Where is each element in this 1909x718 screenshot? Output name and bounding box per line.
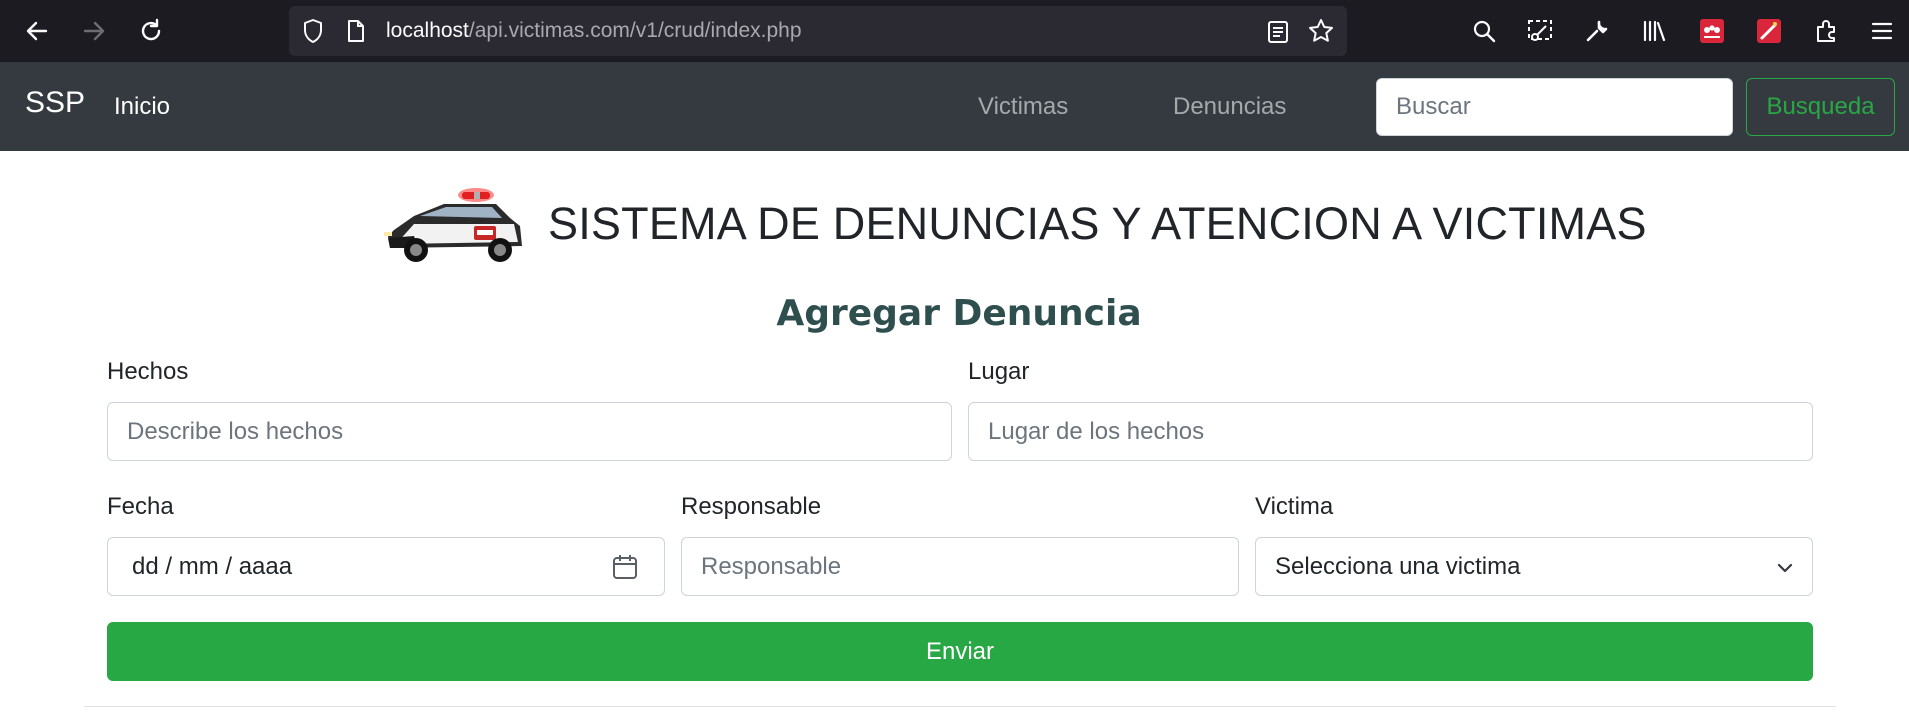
shield-icon[interactable] xyxy=(299,17,327,45)
search-icon[interactable] xyxy=(1470,17,1498,45)
nav-link-inicio[interactable]: Inicio xyxy=(114,93,170,121)
address-bar[interactable]: localhost/api.victimas.com/v1/crud/index… xyxy=(289,6,1347,56)
responsable-field[interactable] xyxy=(681,537,1239,596)
library-icon[interactable] xyxy=(1640,17,1668,45)
reload-icon[interactable] xyxy=(133,13,169,49)
divider xyxy=(84,706,1836,707)
fecha-date-field[interactable]: dd / mm / aaaa xyxy=(107,537,665,596)
form-title: Agregar Denuncia xyxy=(776,293,1142,334)
lugar-field[interactable] xyxy=(968,402,1813,461)
chevron-down-icon xyxy=(1777,553,1793,581)
extension-red-icon[interactable] xyxy=(1698,17,1726,45)
victima-label: Victima xyxy=(1255,493,1334,520)
menu-hamburger-icon[interactable] xyxy=(1868,17,1896,45)
browser-toolbar: localhost/api.victimas.com/v1/crud/index… xyxy=(0,0,1909,62)
calendar-icon[interactable] xyxy=(612,554,638,587)
url-path: /api.victimas.com/v1/crud/index.php xyxy=(468,19,802,42)
page-title: SISTEMA DE DENUNCIAS Y ATENCION A VICTIM… xyxy=(548,198,1647,249)
app-navbar: SSP Inicio Victimas Denuncias Busqueda xyxy=(0,62,1909,151)
search-input[interactable] xyxy=(1376,78,1733,136)
fecha-label: Fecha xyxy=(107,493,174,520)
search-button[interactable]: Busqueda xyxy=(1746,78,1895,136)
nav-link-denuncias[interactable]: Denuncias xyxy=(1173,93,1286,121)
back-arrow-icon[interactable] xyxy=(19,13,55,49)
screenshot-tool-icon[interactable] xyxy=(1525,17,1555,45)
wrench-icon[interactable] xyxy=(1583,17,1611,45)
nav-link-victimas[interactable]: Victimas xyxy=(978,93,1068,121)
police-car-logo xyxy=(384,186,526,270)
forward-arrow-icon[interactable] xyxy=(76,13,112,49)
hechos-field[interactable] xyxy=(107,402,952,461)
fecha-value: dd / mm / aaaa xyxy=(132,552,293,580)
lugar-label: Lugar xyxy=(968,358,1030,385)
page-icon xyxy=(342,17,370,45)
brand-link[interactable]: SSP xyxy=(25,86,85,120)
hechos-label: Hechos xyxy=(107,358,189,385)
page-header: SISTEMA DE DENUNCIAS Y ATENCION A VICTIM… xyxy=(384,186,1646,270)
extensions-puzzle-icon[interactable] xyxy=(1812,17,1840,45)
url-host: localhost xyxy=(386,19,469,42)
victima-select[interactable]: Selecciona una victima xyxy=(1255,537,1813,596)
bookmark-star-icon[interactable] xyxy=(1307,17,1335,45)
url-text: localhost/api.victimas.com/v1/crud/index… xyxy=(386,19,802,43)
submit-button[interactable]: Enviar xyxy=(107,622,1813,681)
extension-magic-icon[interactable] xyxy=(1755,17,1783,45)
responsable-label: Responsable xyxy=(681,493,822,520)
victima-selected-value: Selecciona una victima xyxy=(1275,552,1521,580)
reader-view-icon[interactable] xyxy=(1264,18,1292,46)
